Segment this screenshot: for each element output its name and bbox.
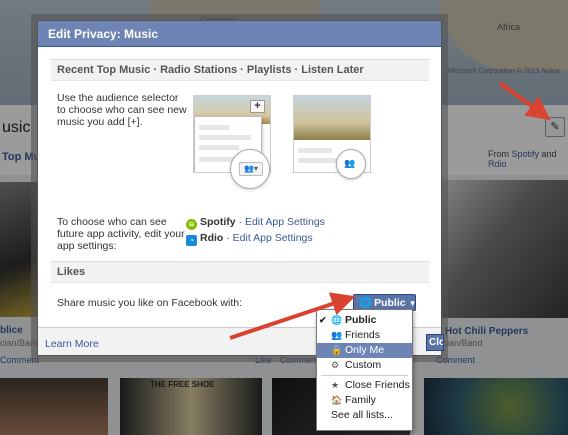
app-row-spotify: ≋ Spotify · Edit App Settings [186, 216, 325, 230]
learn-more-link[interactable]: Learn More [45, 338, 99, 350]
privacy-dropdown-menu: ✔ 🌐 Public 👥 Friends 🔒 Only Me ⚙ Custom … [316, 309, 413, 431]
family-icon: 🏠 [331, 395, 343, 405]
edit-privacy-dialog: Edit Privacy: Music Recent Top Music · R… [37, 20, 444, 356]
menu-divider [321, 375, 408, 376]
globe-icon: 🌐 [331, 315, 343, 325]
audience-selector-magnifier: 👥▾ [230, 149, 270, 189]
audience-icon-magnifier: 👥 [336, 149, 366, 179]
chevron-down-icon: ▼ [408, 299, 417, 308]
menu-item-friends[interactable]: 👥 Friends [317, 328, 412, 343]
edit-app-settings-spotify-link[interactable]: Edit App Settings [245, 216, 325, 228]
section-header-likes: Likes [51, 261, 429, 283]
dialog-title: Edit Privacy: Music [38, 21, 441, 47]
share-likes-label: Share music you like on Facebook with: [57, 297, 243, 309]
audience-selector-instructions: Use the audience selector to choose who … [57, 92, 187, 128]
add-plus-icon: + [250, 100, 265, 113]
edit-app-settings-rdio-link[interactable]: Edit App Settings [233, 232, 313, 244]
globe-icon: 🌐 [359, 297, 373, 309]
close-button[interactable]: Close [426, 334, 444, 351]
spotify-icon: ≋ [186, 219, 197, 230]
menu-item-only-me[interactable]: 🔒 Only Me [317, 343, 412, 358]
section-header-music: Recent Top Music · Radio Stations · Play… [51, 59, 429, 81]
menu-item-see-all-lists[interactable]: See all lists... [317, 408, 412, 423]
menu-item-custom[interactable]: ⚙ Custom [317, 358, 412, 373]
rdio-icon: ◔ [186, 235, 197, 246]
illustration-photo [294, 96, 370, 140]
friends-audience-icon: 👥▾ [239, 162, 263, 176]
app-settings-instructions: To choose who can see future app activit… [57, 216, 185, 252]
menu-item-family[interactable]: 🏠 Family [317, 393, 412, 408]
friends-icon: 👥 [344, 158, 356, 168]
app-name-spotify: Spotify [200, 216, 236, 228]
app-row-rdio: ◔ Rdio · Edit App Settings [186, 232, 313, 246]
star-icon: ★ [331, 380, 340, 390]
lock-icon: 🔒 [331, 345, 343, 355]
menu-item-public[interactable]: ✔ 🌐 Public [317, 313, 412, 328]
check-icon: ✔ [319, 315, 327, 325]
menu-item-close-friends[interactable]: ★ Close Friends [317, 378, 412, 393]
privacy-selector-label: Public [374, 297, 406, 309]
friends-icon: 👥 [331, 330, 343, 340]
app-name-rdio: Rdio [200, 232, 224, 244]
gear-icon: ⚙ [331, 360, 340, 370]
